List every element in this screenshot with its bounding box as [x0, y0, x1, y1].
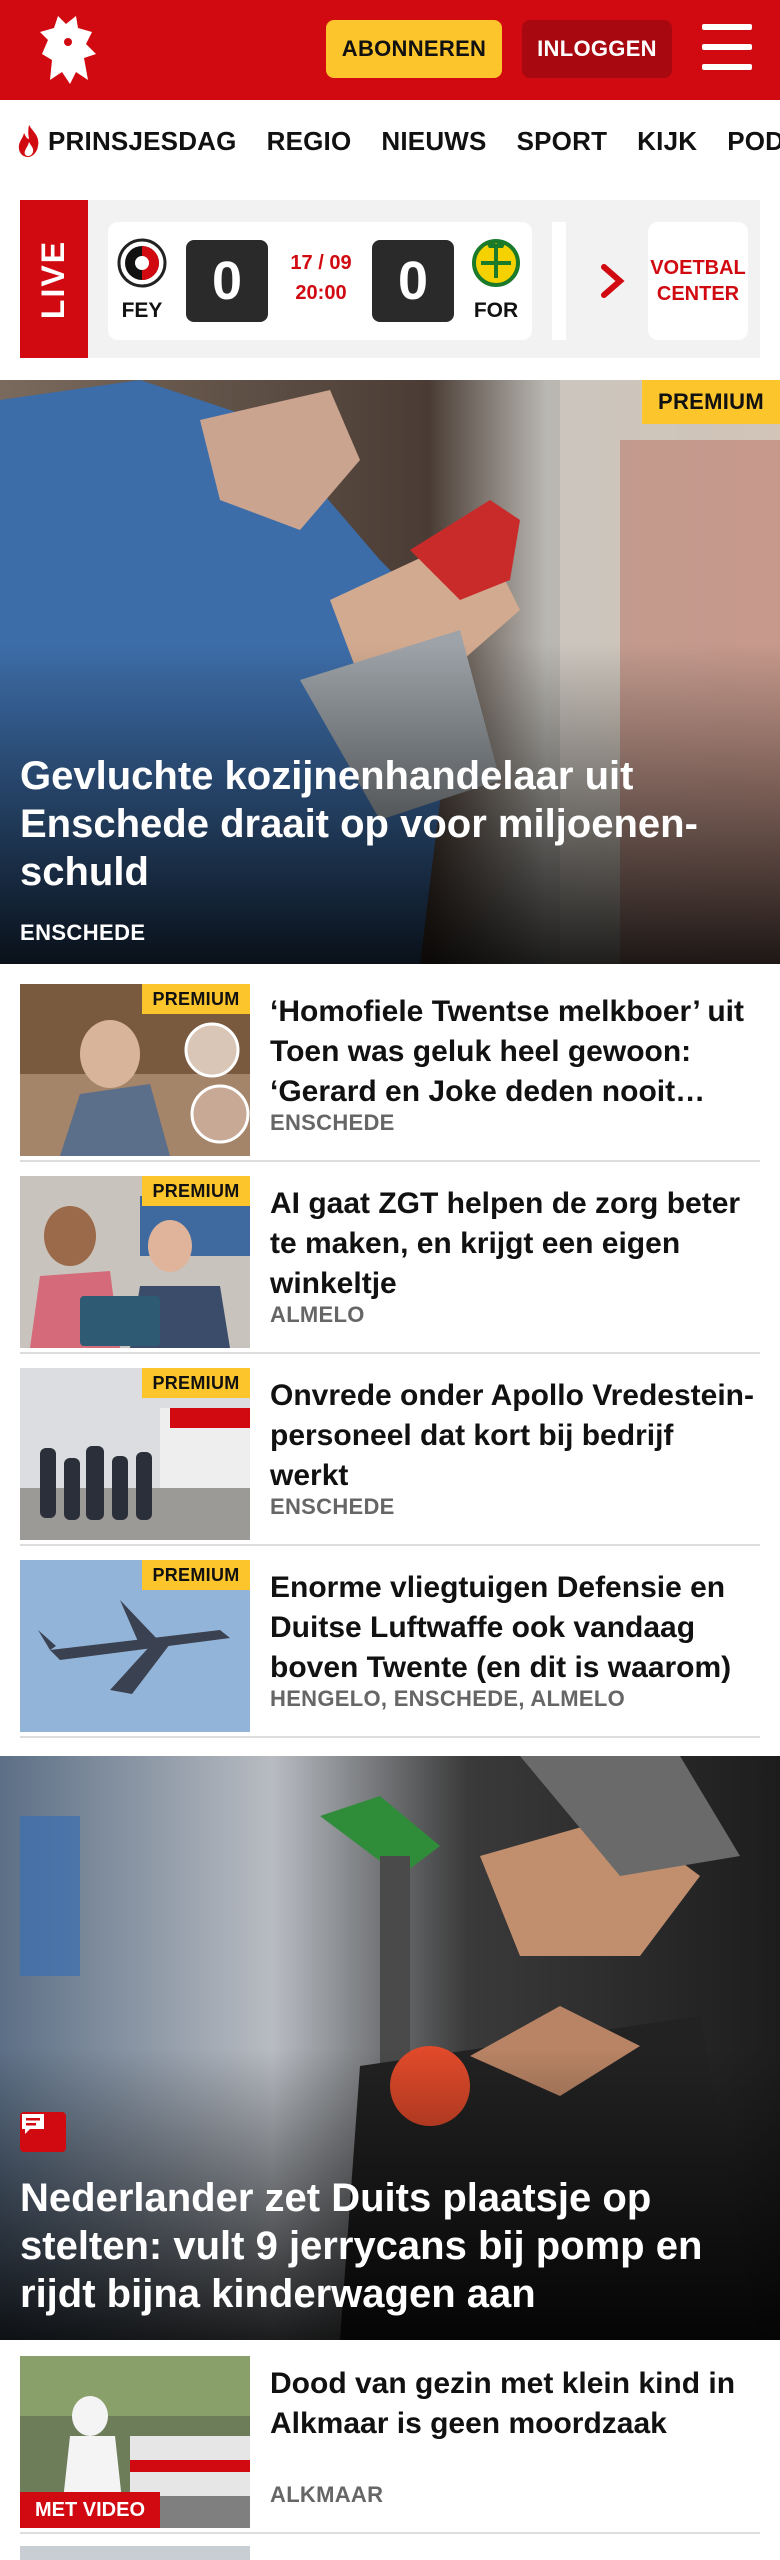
- live-tag: LIVE: [20, 200, 88, 358]
- list-item[interactable]: MET VIDEO Dood van gezin met klein kind …: [20, 2356, 760, 2534]
- live-score-strip: LIVE FEY 0 17 / 09 20:00 0 FOR VOETBAL C…: [20, 200, 760, 358]
- article-thumbnail: PREMIUM: [20, 1368, 250, 1540]
- premium-badge: PREMIUM: [142, 1368, 250, 1398]
- home-score: 0: [186, 240, 268, 322]
- match-card[interactable]: FEY 0 17 / 09 20:00 0 FOR: [108, 222, 532, 340]
- list-item[interactable]: PREMIUM Onvrede onder Apollo Vredestein-…: [20, 1368, 760, 1546]
- match-time: 20:00: [295, 282, 347, 304]
- voetbal-center-link[interactable]: VOETBAL CENTER: [598, 222, 748, 340]
- home-team-abbr: FEY: [121, 299, 163, 322]
- nav-item-sport[interactable]: SPORT: [517, 126, 608, 157]
- article-thumbnail: PREMIUM: [20, 984, 250, 1156]
- comment-icon: [20, 2112, 66, 2152]
- article-thumbnail: PREMIUM: [20, 1560, 250, 1732]
- article-title[interactable]: ‘Homofiele Twentse melkboer’ uit Toen wa…: [270, 992, 760, 1112]
- nav-item-kijk[interactable]: KIJK: [637, 126, 697, 157]
- chevron-right-icon: [601, 264, 625, 298]
- login-button[interactable]: INLOGGEN: [522, 20, 672, 78]
- subscribe-button[interactable]: ABONNEREN: [326, 20, 502, 78]
- next-article-thumbnail-peek: [20, 2546, 250, 2560]
- kickoff-info: 17 / 09 20:00: [278, 248, 364, 308]
- hero-title[interactable]: Gevluchte kozijnenhandelaar uit Enschede…: [20, 752, 740, 896]
- hamburger-menu-icon[interactable]: [702, 24, 752, 70]
- article-title[interactable]: Dood van gezin met klein kind in Alkmaar…: [270, 2364, 760, 2444]
- article-thumbnail: PREMIUM: [20, 1176, 250, 1348]
- feyenoord-crest-icon: [117, 238, 167, 288]
- article-location: ENSCHEDE: [270, 1494, 395, 1519]
- away-score: 0: [372, 240, 454, 322]
- hero-location: ENSCHEDE: [20, 920, 146, 945]
- list-item[interactable]: PREMIUM Enorme vliegtuigen Defensie en D…: [20, 1560, 760, 1738]
- category-nav: PRINSJESDAG REGIO NIEUWS SPORT KIJK PODC…: [0, 100, 780, 182]
- site-header: ABONNEREN INLOGGEN: [0, 0, 780, 100]
- premium-badge: PREMIUM: [142, 984, 250, 1014]
- article-title[interactable]: Enorme vliegtuigen Defensie en Duitse Lu…: [270, 1568, 760, 1688]
- featured-title[interactable]: Nederlander zet Duits plaatsje op stelte…: [20, 2174, 760, 2318]
- match-date: 17 / 09: [290, 252, 352, 274]
- article-title[interactable]: Onvrede onder Apollo Vredestein-personee…: [270, 1376, 760, 1496]
- premium-badge: PREMIUM: [142, 1176, 250, 1206]
- tubantia-horse-logo[interactable]: [30, 10, 108, 90]
- nav-item-podcast[interactable]: PODCA: [727, 126, 780, 157]
- away-team-abbr: FOR: [473, 299, 519, 322]
- nav-item-prinsjesdag[interactable]: PRINSJESDAG: [16, 124, 237, 158]
- article-thumbnail: MET VIDEO: [20, 2356, 250, 2528]
- featured-article[interactable]: Nederlander zet Duits plaatsje op stelte…: [0, 1756, 780, 2340]
- premium-badge: PREMIUM: [642, 380, 780, 424]
- nav-item-nieuws[interactable]: NIEUWS: [381, 126, 486, 157]
- article-location: ENSCHEDE: [270, 1110, 395, 1135]
- nav-label: NIEUWS: [381, 125, 487, 156]
- nav-label: KIJK: [637, 125, 698, 156]
- hero-article[interactable]: PREMIUM Gevluchte kozijnenhandelaar uit …: [0, 380, 780, 964]
- fortuna-crest-icon: [472, 239, 520, 287]
- next-match-card-edge[interactable]: [552, 222, 566, 340]
- article-location: ALMELO: [270, 1302, 365, 1327]
- article-title[interactable]: AI gaat ZGT helpen de zorg beter te make…: [270, 1184, 760, 1304]
- nav-label: PRINSJESDAG: [48, 125, 237, 156]
- home-team: FEY: [112, 238, 172, 323]
- nav-label: PODCA: [727, 125, 780, 156]
- premium-badge: PREMIUM: [142, 1560, 250, 1590]
- nav-label: SPORT: [516, 125, 608, 156]
- list-item[interactable]: PREMIUM AI gaat ZGT helpen de zorg beter…: [20, 1176, 760, 1354]
- nav-label: REGIO: [266, 125, 352, 156]
- list-item[interactable]: PREMIUM ‘Homofiele Twentse melkboer’ uit…: [20, 984, 760, 1162]
- away-team: FOR: [466, 238, 526, 323]
- nav-item-regio[interactable]: REGIO: [267, 126, 352, 157]
- flame-icon: [18, 125, 39, 157]
- article-location: ALKMAAR: [270, 2482, 384, 2507]
- video-badge: MET VIDEO: [20, 2492, 160, 2528]
- voetbal-center-label: VOETBAL CENTER: [648, 222, 748, 340]
- article-location: HENGELO, ENSCHEDE, ALMELO: [270, 1686, 626, 1711]
